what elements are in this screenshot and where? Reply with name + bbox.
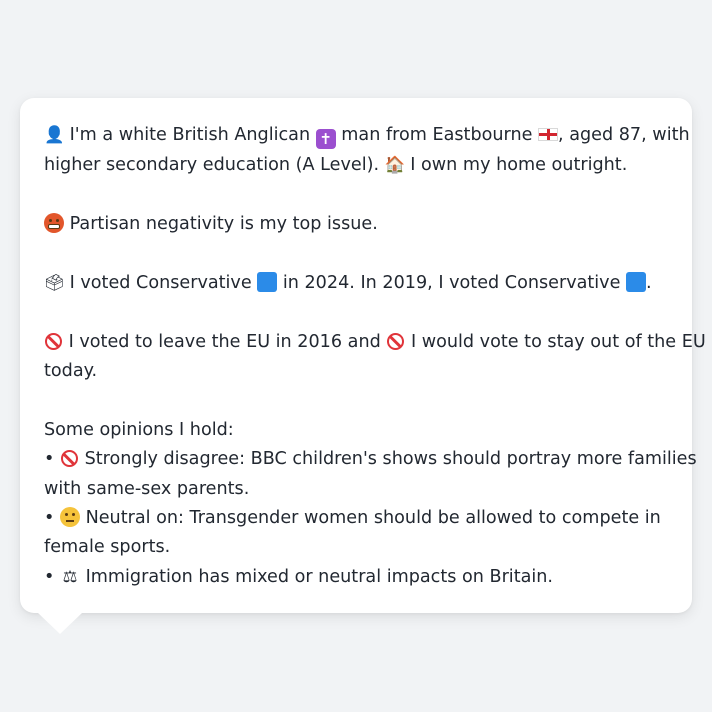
vote-line: 🗳 I voted Conservative in 2024. In 2019,… (44, 268, 668, 298)
intro-text-2: man from Eastbourne (335, 125, 539, 145)
vote-text-1: I voted Conservative (64, 273, 258, 294)
intro-home-text: I own my home outright. (404, 155, 628, 176)
no-entry-icon (60, 450, 78, 468)
opinion-3-text: Immigration has mixed or neutral impacts… (79, 567, 554, 588)
intro-text-3: , aged 87, with (558, 125, 690, 145)
opinion-item-1: • Strongly disagree: BBC children's show… (44, 445, 697, 474)
angry-face-icon (44, 212, 64, 233)
neutral-face-icon (59, 506, 80, 527)
eu-line-1: I voted to leave the EU in 2016 and I wo… (44, 328, 706, 357)
opinion-item-2-cont: female sports. (44, 537, 171, 558)
vote-text-2: in 2024. In 2019, I voted Conservative (277, 273, 627, 294)
balance-scale-icon: ⚖ (62, 567, 78, 587)
eu-text-1: I voted to leave the EU in 2016 and (63, 332, 387, 353)
vote-text-3: . (646, 273, 652, 294)
eu-text-2: I would vote to stay out of the EU (405, 332, 706, 353)
opinion-item-3: • ⚖ Immigration has mixed or neutral imp… (44, 562, 668, 592)
intro-line-2: higher secondary education (A Level). 🏠 … (44, 150, 668, 180)
top-issue-line: Partisan negativity is my top issue. (44, 210, 668, 239)
no-entry-icon (45, 333, 62, 351)
ballot-box-icon: 🗳 (44, 273, 65, 293)
bullet: • (44, 567, 55, 588)
opinion-2-text: Neutral on: Transgender women should be … (79, 507, 661, 528)
england-flag-icon (538, 128, 559, 141)
blue-square-icon (257, 272, 278, 293)
latin-cross-icon: ✝ (315, 129, 336, 149)
top-issue-text: Partisan negativity is my top issue. (64, 213, 378, 234)
opinions-heading: Some opinions I hold: (44, 419, 234, 440)
eu-line-2: today. (44, 361, 98, 382)
message-bubble: 👤 I'm a white British Anglican ✝ man fro… (20, 98, 706, 613)
bullet: • (44, 449, 55, 470)
opinion-item-1-cont: with same-sex parents. (44, 478, 250, 499)
blue-square-icon (626, 272, 647, 293)
bust-in-silhouette-icon: 👤 (44, 125, 65, 144)
no-entry-icon (387, 333, 405, 351)
opinion-1-text: Strongly disagree: BBC children's shows … (78, 449, 697, 470)
intro-education-text: higher secondary education (A Level). (44, 155, 385, 176)
intro-line-1: 👤 I'm a white British Anglican ✝ man fro… (44, 120, 690, 150)
house-icon: 🏠 (384, 155, 406, 175)
bubble-tail (38, 613, 82, 634)
intro-text-1: I'm a white British Anglican (64, 125, 316, 145)
bullet: • (44, 507, 55, 528)
opinion-item-2: • Neutral on: Transgender women should b… (44, 504, 668, 533)
